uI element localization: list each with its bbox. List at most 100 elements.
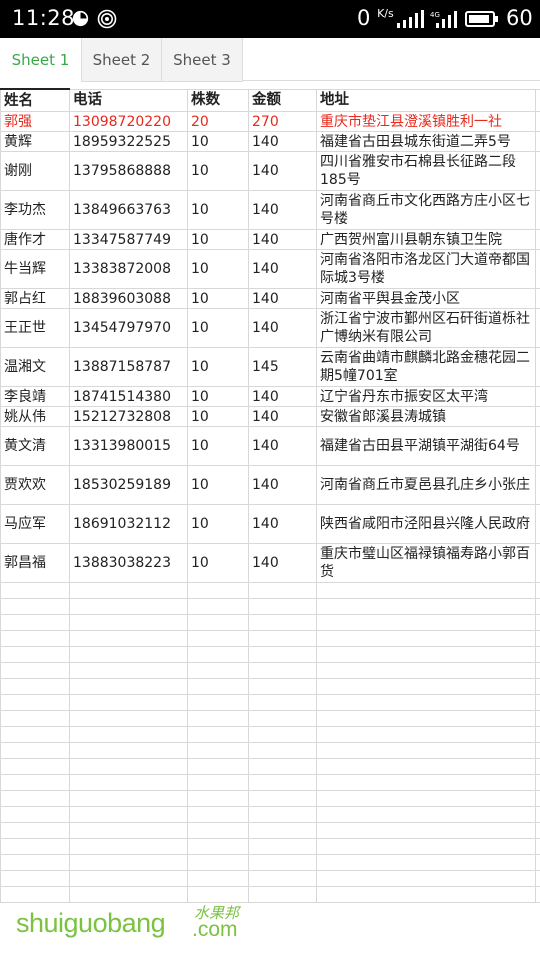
cell-address[interactable]: 重庆市璧山区福禄镇福寿路小郭百货	[316, 543, 536, 583]
grid-cell[interactable]	[316, 758, 536, 775]
grid-cell[interactable]	[69, 582, 188, 599]
grid-cell[interactable]	[248, 870, 317, 887]
grid-cell[interactable]	[535, 288, 540, 309]
grid-cell[interactable]	[69, 662, 188, 679]
cell-name[interactable]: 唐作才	[0, 229, 70, 250]
grid-cell[interactable]	[248, 694, 317, 711]
grid-cell[interactable]	[535, 88, 540, 112]
grid-cell[interactable]	[316, 646, 536, 663]
cell-count[interactable]: 10	[187, 288, 249, 309]
cell-phone[interactable]: 13313980015	[69, 426, 188, 466]
grid-cell[interactable]	[0, 838, 70, 855]
grid-cell[interactable]	[248, 614, 317, 631]
cell-name[interactable]: 郭昌福	[0, 543, 70, 583]
cell-count[interactable]: 10	[187, 543, 249, 583]
cell-phone[interactable]: 13383872008	[69, 249, 188, 289]
cell-amount[interactable]: 140	[248, 249, 317, 289]
cell-address[interactable]: 重庆市垫江县澄溪镇胜利一社	[316, 111, 536, 132]
grid-cell[interactable]	[535, 630, 540, 647]
header-phone[interactable]: 电话	[69, 88, 188, 112]
grid-cell[interactable]	[248, 662, 317, 679]
grid-cell[interactable]	[535, 758, 540, 775]
grid-cell[interactable]	[69, 646, 188, 663]
cell-address[interactable]: 河南省商丘市文化西路方庄小区七号楼	[316, 190, 536, 230]
header-count[interactable]: 株数	[187, 88, 249, 112]
cell-phone[interactable]: 18839603088	[69, 288, 188, 309]
grid-cell[interactable]	[187, 678, 249, 695]
grid-cell[interactable]	[316, 886, 536, 903]
grid-cell[interactable]	[0, 694, 70, 711]
cell-amount[interactable]: 140	[248, 131, 317, 152]
grid-cell[interactable]	[535, 870, 540, 887]
grid-cell[interactable]	[187, 806, 249, 823]
cell-address[interactable]: 福建省古田县平湖镇平湖街64号	[316, 426, 536, 466]
grid-cell[interactable]	[248, 822, 317, 839]
grid-cell[interactable]	[535, 662, 540, 679]
cell-address[interactable]: 云南省曲靖市麒麟北路金穗花园二期5幢701室	[316, 347, 536, 387]
grid-cell[interactable]	[535, 838, 540, 855]
grid-cell[interactable]	[316, 694, 536, 711]
grid-cell[interactable]	[316, 598, 536, 615]
grid-cell[interactable]	[535, 347, 540, 387]
cell-amount[interactable]: 140	[248, 543, 317, 583]
grid-cell[interactable]	[0, 822, 70, 839]
grid-cell[interactable]	[316, 630, 536, 647]
grid-cell[interactable]	[69, 790, 188, 807]
grid-cell[interactable]	[535, 854, 540, 871]
grid-cell[interactable]	[187, 710, 249, 727]
cell-address[interactable]: 辽宁省丹东市振安区太平湾	[316, 386, 536, 407]
grid-cell[interactable]	[535, 190, 540, 230]
cell-name[interactable]: 谢刚	[0, 151, 70, 191]
cell-phone[interactable]: 15212732808	[69, 406, 188, 427]
cell-count[interactable]: 10	[187, 406, 249, 427]
cell-name[interactable]: 王正世	[0, 308, 70, 348]
grid-cell[interactable]	[535, 886, 540, 903]
cell-amount[interactable]: 140	[248, 406, 317, 427]
grid-cell[interactable]	[0, 614, 70, 631]
cell-address[interactable]: 河南省平舆县金茂小区	[316, 288, 536, 309]
cell-name[interactable]: 马应军	[0, 504, 70, 544]
cell-address[interactable]: 四川省雅安市石棉县长征路二段185号	[316, 151, 536, 191]
grid-cell[interactable]	[316, 678, 536, 695]
grid-cell[interactable]	[535, 111, 540, 132]
grid-cell[interactable]	[316, 854, 536, 871]
cell-phone[interactable]: 13849663763	[69, 190, 188, 230]
grid-cell[interactable]	[187, 886, 249, 903]
grid-cell[interactable]	[69, 870, 188, 887]
grid-cell[interactable]	[535, 406, 540, 427]
grid-cell[interactable]	[535, 774, 540, 791]
cell-address[interactable]: 陕西省咸阳市泾阳县兴隆人民政府	[316, 504, 536, 544]
cell-count[interactable]: 10	[187, 504, 249, 544]
cell-count[interactable]: 10	[187, 229, 249, 250]
grid-cell[interactable]	[0, 726, 70, 743]
grid-cell[interactable]	[0, 710, 70, 727]
grid-cell[interactable]	[248, 630, 317, 647]
grid-cell[interactable]	[316, 726, 536, 743]
grid-cell[interactable]	[535, 465, 540, 505]
grid-cell[interactable]	[535, 308, 540, 348]
grid-cell[interactable]	[248, 790, 317, 807]
cell-amount[interactable]: 140	[248, 504, 317, 544]
grid-cell[interactable]	[69, 774, 188, 791]
grid-cell[interactable]	[316, 790, 536, 807]
grid-cell[interactable]	[535, 426, 540, 466]
grid-cell[interactable]	[0, 742, 70, 759]
grid-cell[interactable]	[0, 678, 70, 695]
grid-cell[interactable]	[535, 543, 540, 583]
grid-cell[interactable]	[535, 678, 540, 695]
cell-count[interactable]: 10	[187, 465, 249, 505]
grid-cell[interactable]	[316, 838, 536, 855]
cell-amount[interactable]: 145	[248, 347, 317, 387]
cell-phone[interactable]: 18530259189	[69, 465, 188, 505]
cell-name[interactable]: 温湘文	[0, 347, 70, 387]
grid-cell[interactable]	[248, 742, 317, 759]
grid-cell[interactable]	[187, 598, 249, 615]
grid-cell[interactable]	[535, 504, 540, 544]
cell-amount[interactable]: 140	[248, 190, 317, 230]
cell-name[interactable]: 牛当辉	[0, 249, 70, 289]
cell-phone[interactable]: 18741514380	[69, 386, 188, 407]
grid-cell[interactable]	[535, 249, 540, 289]
grid-cell[interactable]	[248, 598, 317, 615]
grid-cell[interactable]	[535, 646, 540, 663]
grid-cell[interactable]	[0, 774, 70, 791]
